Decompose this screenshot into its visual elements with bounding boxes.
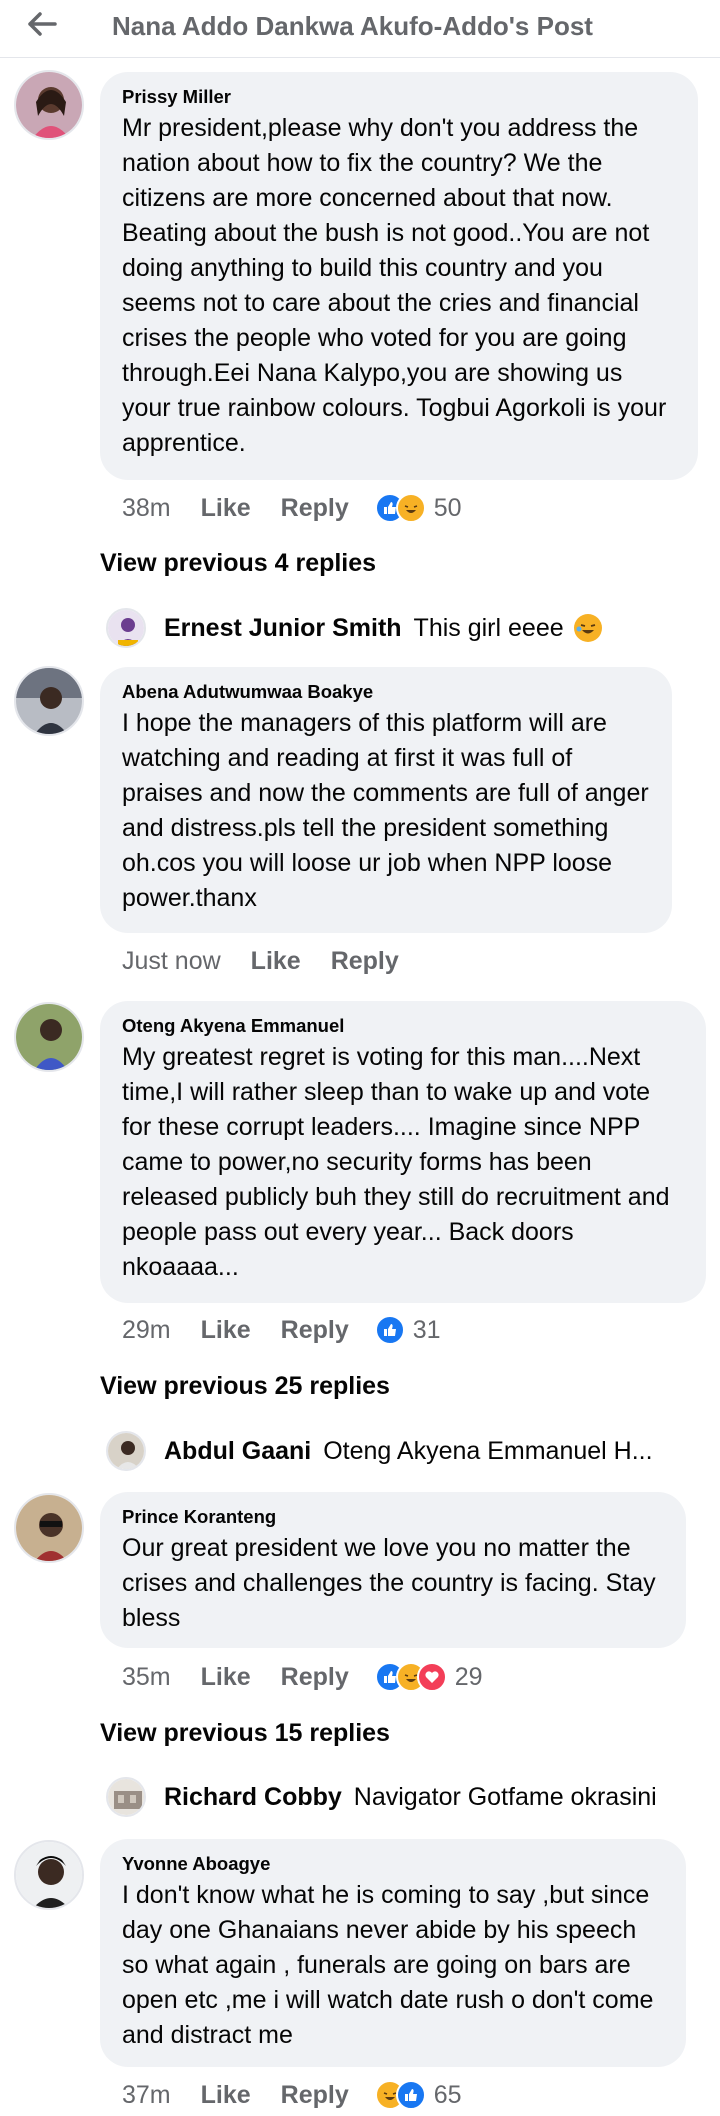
like-button[interactable]: Like	[251, 947, 301, 976]
reply-button[interactable]: Reply	[281, 1316, 349, 1345]
like-button[interactable]: Like	[201, 494, 251, 523]
comment-bubble: Prince Koranteng Our great president we …	[100, 1492, 686, 1648]
laughing-emoji-icon	[573, 614, 602, 642]
post-header: Nana Addo Dankwa Akufo-Addo's Post	[0, 0, 720, 58]
comment-time: Just now	[122, 946, 221, 975]
reactions[interactable]: 65	[374, 2080, 462, 2110]
reactions[interactable]: 50	[374, 493, 462, 523]
comment-text: My greatest regret is voting for this ma…	[122, 1043, 670, 1281]
love-reaction-icon	[416, 1662, 447, 1692]
reply-button[interactable]: Reply	[281, 1663, 349, 1692]
comment-text: Our great president we love you no matte…	[122, 1534, 656, 1632]
comment-bubble: Oteng Akyena Emmanuel My greatest regret…	[100, 1001, 706, 1303]
avatar	[106, 1431, 146, 1471]
view-previous-replies[interactable]: View previous 15 replies	[100, 1719, 390, 1748]
comment-actions: 37m Like Reply 65	[122, 2078, 462, 2112]
comment-text: I hope the managers of this platform wil…	[122, 709, 649, 912]
comment-time: 29m	[122, 1315, 171, 1344]
reply-author[interactable]: Richard Cobby	[164, 1783, 342, 1812]
reply-preview[interactable]: Richard Cobby Navigator Gotfame okrasini	[106, 1775, 657, 1819]
avatar[interactable]	[14, 1493, 84, 1563]
avatar[interactable]	[14, 1840, 84, 1910]
page-title: Nana Addo Dankwa Akufo-Addo's Post	[112, 11, 593, 41]
avatar	[106, 608, 146, 648]
comment-bubble: Abena Adutwumwaa Boakye I hope the manag…	[100, 667, 672, 933]
comment-author[interactable]: Abena Adutwumwaa Boakye	[122, 681, 650, 703]
reply-preview[interactable]: Abdul Gaani Oteng Akyena Emmanuel H...	[106, 1429, 653, 1473]
comment-author[interactable]: Oteng Akyena Emmanuel	[122, 1015, 684, 1037]
reaction-count: 29	[454, 1662, 483, 1691]
avatar[interactable]	[14, 70, 84, 140]
like-button[interactable]: Like	[201, 1663, 251, 1692]
reactions[interactable]: 29	[374, 1662, 483, 1692]
reply-button[interactable]: Reply	[281, 2081, 349, 2110]
haha-reaction-icon	[395, 493, 426, 523]
reply-preview[interactable]: Ernest Junior Smith This girl eeee	[106, 606, 602, 650]
comment-text: I don't know what he is coming to say ,b…	[122, 1881, 654, 2049]
comment-text: Mr president,please why don't you addres…	[122, 114, 667, 457]
comment-bubble: Prissy Miller Mr president,please why do…	[100, 72, 698, 480]
comment-time: 38m	[122, 493, 171, 522]
reaction-count: 31	[412, 1315, 441, 1344]
comment-actions: 29m Like Reply 31	[122, 1313, 441, 1347]
comment-author[interactable]: Yvonne Aboagye	[122, 1853, 664, 1875]
avatar[interactable]	[14, 1002, 84, 1072]
comment-time: 35m	[122, 1662, 171, 1691]
comment-author[interactable]: Prince Koranteng	[122, 1506, 664, 1528]
view-previous-replies[interactable]: View previous 25 replies	[100, 1372, 390, 1401]
view-previous-replies[interactable]: View previous 4 replies	[100, 549, 376, 578]
comment-time: 37m	[122, 2080, 171, 2109]
reply-button[interactable]: Reply	[281, 494, 349, 523]
reply-text: Oteng Akyena Emmanuel H...	[323, 1436, 653, 1465]
like-button[interactable]: Like	[201, 1316, 251, 1345]
reactions[interactable]: 31	[374, 1315, 441, 1345]
reply-text: Navigator Gotfame okrasini	[353, 1782, 657, 1811]
comment-bubble: Yvonne Aboagye I don't know what he is c…	[100, 1839, 686, 2067]
like-button[interactable]: Like	[201, 2081, 251, 2110]
reply-author[interactable]: Ernest Junior Smith	[164, 614, 402, 643]
reaction-count: 50	[433, 493, 462, 522]
comment-actions: 38m Like Reply 50	[122, 491, 462, 525]
reaction-count: 65	[433, 2080, 462, 2109]
reply-text: This girl eeee	[413, 613, 564, 642]
back-arrow-icon[interactable]	[24, 10, 60, 38]
comment-actions: 35m Like Reply 29	[122, 1660, 483, 1694]
comment-actions: Just now Like Reply	[122, 944, 429, 978]
avatar	[106, 1777, 146, 1817]
like-reaction-icon	[374, 1315, 405, 1345]
reply-author[interactable]: Abdul Gaani	[164, 1437, 311, 1466]
like-reaction-icon	[395, 2080, 426, 2110]
reply-button[interactable]: Reply	[331, 947, 399, 976]
avatar[interactable]	[14, 666, 84, 736]
comment-author[interactable]: Prissy Miller	[122, 86, 676, 108]
